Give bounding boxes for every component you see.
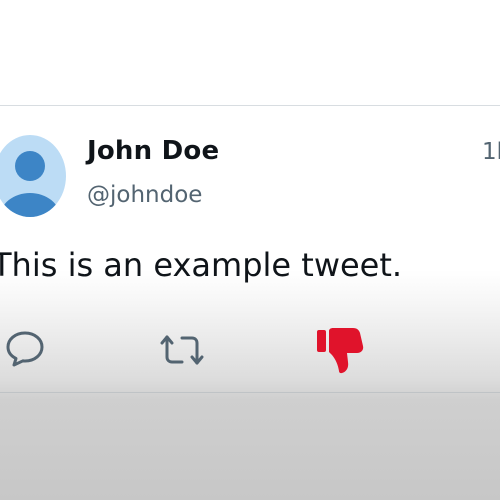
avatar[interactable] xyxy=(0,135,66,217)
top-divider xyxy=(0,105,500,106)
dislike-button[interactable] xyxy=(315,324,365,376)
reply-button[interactable] xyxy=(4,327,46,369)
default-user-avatar-icon xyxy=(0,151,60,217)
tweet-text: This is an example tweet. xyxy=(0,246,403,284)
thumbs-down-icon xyxy=(317,328,364,374)
author-display-name[interactable]: John Doe xyxy=(87,136,219,166)
tweet-page: John Doe @johndoe 1h This is an example … xyxy=(0,0,500,500)
bottom-divider xyxy=(0,392,500,393)
author-handle[interactable]: @johndoe xyxy=(87,182,202,208)
retweet-button[interactable] xyxy=(158,329,206,371)
retweet-arrows-icon xyxy=(160,335,204,365)
speech-bubble-icon xyxy=(6,331,44,367)
tweet-timestamp[interactable]: 1h xyxy=(482,139,500,165)
